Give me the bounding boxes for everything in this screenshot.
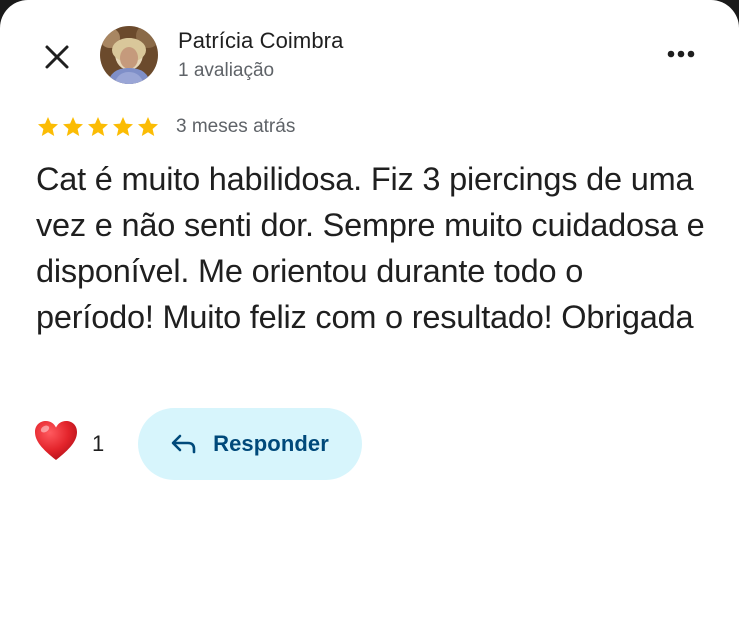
review-sheet: Patrícia Coimbra 1 avaliação 3 meses atr…	[0, 0, 739, 628]
close-icon	[45, 45, 69, 69]
close-button[interactable]	[36, 36, 78, 78]
star-rating	[36, 115, 160, 139]
more-options-button[interactable]	[660, 34, 702, 74]
author-review-count: 1 avaliação	[178, 60, 275, 81]
reply-arrow-icon	[171, 434, 196, 454]
review-text: Cat é muito habilidosa. Fiz 3 piercings …	[36, 161, 705, 335]
heart-icon	[35, 421, 77, 460]
star-icon	[63, 117, 83, 136]
star-icon	[38, 117, 58, 136]
star-icon	[138, 117, 158, 136]
avatar-photo	[100, 26, 158, 84]
star-icon	[88, 117, 108, 136]
reply-label: Responder	[213, 431, 329, 456]
star-icon	[113, 117, 133, 136]
heart-reaction-button[interactable]	[34, 420, 78, 462]
reply-button[interactable]: Responder	[138, 408, 362, 480]
author-name[interactable]: Patrícia Coimbra	[178, 28, 343, 54]
more-vert-icon	[667, 50, 695, 58]
review-time: 3 meses atrás	[176, 116, 296, 137]
avatar[interactable]	[100, 26, 158, 84]
heart-count: 1	[92, 431, 105, 456]
